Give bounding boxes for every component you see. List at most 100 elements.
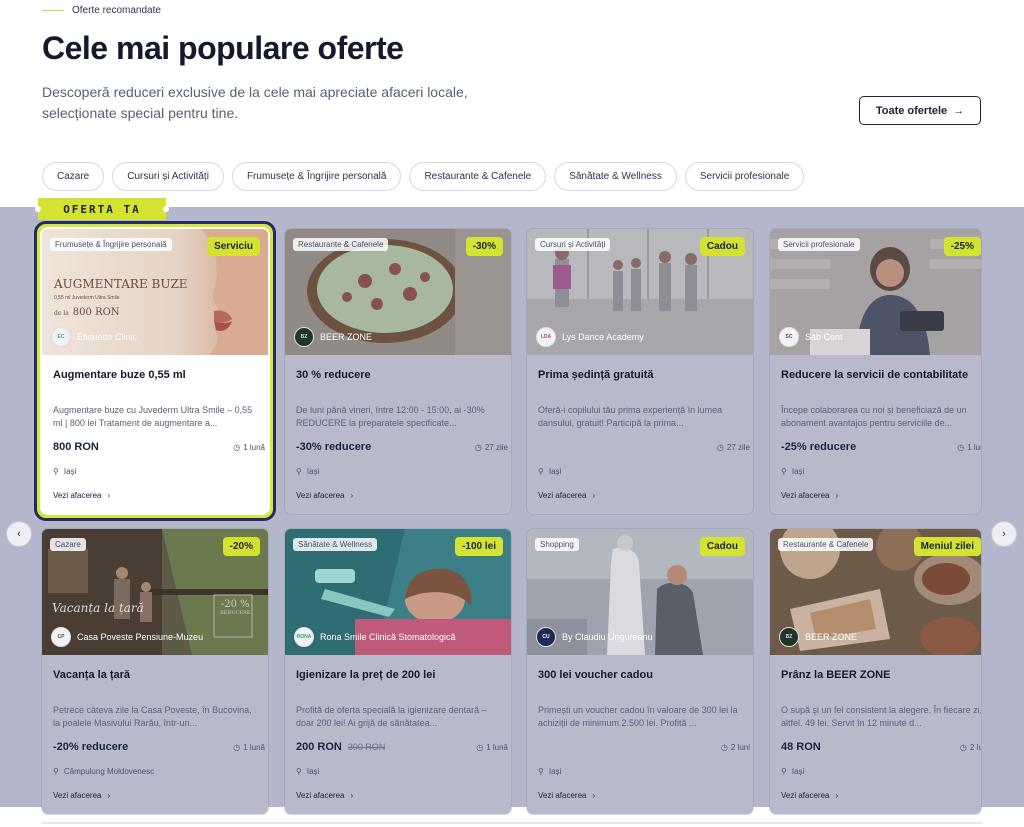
chevron-right-icon: › — [107, 791, 111, 800]
all-offers-label: Toate ofertele — [875, 104, 948, 117]
image-sub: 0,55 ml Juvederm Ultra Smile — [54, 295, 120, 301]
category-tag: Frumusețe & Îngrijire personală — [50, 238, 172, 251]
divider — [42, 822, 982, 824]
filter-chip-sanatate[interactable]: Sănătate & Wellness — [554, 162, 677, 191]
filter-chip-servicii[interactable]: Servicii profesionale — [684, 162, 805, 191]
offer-card[interactable]: Cursuri și Activități Cadou LDA Lys Danc… — [527, 229, 753, 514]
offer-location: ⚲ Iași — [538, 767, 562, 776]
offer-badge: Meniul zilei — [913, 537, 981, 556]
offer-duration: ◷2 luni — [720, 743, 750, 752]
page-title: Cele mai populare oferte — [42, 30, 404, 66]
chevron-right-icon: › — [835, 491, 839, 500]
offer-badge: -25% — [943, 237, 981, 256]
offer-description: Primești un voucher cadou în valoare de … — [538, 705, 738, 728]
offer-card[interactable]: Restaurante & Cafenele Meniul zilei BZ B… — [770, 529, 981, 814]
image-headline: Vacanța la țară — [52, 601, 144, 615]
business-info: CU By Claudiu Ungureanu — [536, 627, 653, 647]
chevron-right-icon: › — [592, 491, 596, 500]
image-price: de la 800 RON — [54, 307, 120, 318]
view-business-link[interactable]: Vezi afacerea › — [538, 491, 595, 500]
offer-image: Vacanța la țară -20 % REDUCERE Cazare -2… — [42, 529, 268, 655]
offer-badge: -30% — [465, 237, 503, 256]
offer-title: Augmentare buze 0,55 ml — [53, 369, 186, 381]
chevron-right-icon: › — [592, 791, 596, 800]
category-tag: Restaurante & Cafenele — [293, 238, 389, 251]
eyebrow-text: Oferte recomandate — [72, 5, 161, 16]
offer-description: O supă și un fel consistent la alegere. … — [781, 705, 981, 728]
business-info: CP Casa Poveste Pensiune-Muzeu — [51, 627, 203, 647]
arrow-right-icon: → — [953, 104, 965, 117]
filter-chip-cursuri[interactable]: Cursuri și Activități — [112, 162, 224, 191]
business-info: RONA Rona Smile Clinică Stomatologică — [294, 627, 456, 647]
offer-title: Prânz la BEER ZONE — [781, 669, 891, 681]
image-promo: -20 % REDUCERE — [220, 599, 251, 616]
clock-icon: ◷ — [476, 743, 484, 752]
business-info: BZ BEER ZONE — [294, 327, 372, 347]
view-business-link[interactable]: Vezi afacerea › — [781, 491, 838, 500]
business-logo: LDA — [536, 327, 556, 347]
offer-description: Profită de oferta specială la igienizare… — [296, 705, 487, 728]
chevron-right-icon: › — [107, 491, 111, 500]
offer-title: 30 % reducere — [296, 369, 371, 381]
offer-image: AUGMENTARE BUZE 0,55 ml Juvederm Ultra S… — [42, 229, 268, 355]
offer-description: Augmentare buze cu Juvederm Ultra Smile … — [53, 405, 253, 428]
filter-chip-frumusete[interactable]: Frumusețe & Îngrijire personală — [231, 162, 402, 191]
business-logo: BZ — [294, 327, 314, 347]
chevron-right-icon: › — [350, 791, 354, 800]
location-pin-icon: ⚲ — [538, 467, 544, 476]
offer-price: -25% reducere — [781, 441, 857, 453]
offer-card[interactable]: Sănătate & Wellness -100 lei RONA Rona S… — [285, 529, 511, 814]
view-business-link[interactable]: Vezi afacerea › — [296, 791, 353, 800]
offer-price: 200 RON 300 RON — [296, 741, 386, 753]
offer-card[interactable]: Restaurante & Cafenele -30% BZ BEER ZONE… — [285, 229, 511, 514]
chevron-right-icon: › — [350, 491, 354, 500]
offer-card[interactable]: AUGMENTARE BUZE 0,55 ml Juvederm Ultra S… — [42, 229, 268, 514]
location-pin-icon: ⚲ — [53, 467, 59, 476]
offer-title: Reducere la servicii de contabilitate — [781, 369, 969, 381]
all-offers-button[interactable]: Toate ofertele → — [859, 96, 981, 125]
view-business-link[interactable]: Vezi afacerea › — [538, 791, 595, 800]
view-business-link[interactable]: Vezi afacerea › — [53, 791, 110, 800]
business-name: BEER ZONE — [320, 332, 373, 342]
offer-card[interactable]: Vacanța la țară -20 % REDUCERE Cazare -2… — [42, 529, 268, 814]
offer-title: 300 lei voucher cadou — [538, 669, 653, 681]
view-business-link[interactable]: Vezi afacerea › — [781, 791, 838, 800]
offer-title: Igienizare la preț de 200 lei — [296, 669, 436, 681]
offer-description: De luni până vineri, între 12:00 - 15:00… — [296, 405, 485, 428]
offer-location: ⚲ Câmpulung Moldovenesc — [53, 767, 155, 776]
clock-icon: ◷ — [720, 743, 728, 752]
clock-icon: ◷ — [233, 443, 241, 452]
business-logo: SC — [779, 327, 799, 347]
offer-image: Shopping Cadou CU By Claudiu Ungureanu — [527, 529, 753, 655]
offer-card[interactable]: Servicii profesionale -25% SC Sab Cont R… — [770, 229, 981, 514]
location-pin-icon: ⚲ — [296, 767, 302, 776]
category-tag: Cursuri și Activități — [535, 238, 611, 251]
carousel-next-button[interactable]: › — [991, 521, 1017, 547]
business-info: LDA Lys Dance Academy — [536, 327, 644, 347]
eyebrow-line — [42, 10, 64, 11]
old-price: 300 RON — [347, 742, 386, 752]
offer-duration: ◷ 27 zile — [474, 443, 508, 452]
offer-card[interactable]: Shopping Cadou CU By Claudiu Ungureanu 3… — [527, 529, 753, 814]
location-pin-icon: ⚲ — [538, 767, 544, 776]
offer-price: 48 RON — [781, 741, 821, 753]
filter-chip-cazare[interactable]: Cazare — [42, 162, 105, 191]
location-pin-icon: ⚲ — [53, 767, 59, 776]
featured-ribbon: OFERTA TA — [35, 198, 169, 220]
view-business-link[interactable]: Vezi afacerea › — [53, 491, 110, 500]
offer-location: ⚲ Iași — [781, 467, 805, 476]
filter-chip-restaurante[interactable]: Restaurante & Cafenele — [409, 162, 547, 191]
carousel-prev-button[interactable]: ‹ — [6, 521, 32, 547]
location-pin-icon: ⚲ — [781, 467, 787, 476]
category-tag: Sănătate & Wellness — [293, 538, 378, 551]
offer-duration: ◷ 27 zile — [716, 443, 750, 452]
category-tag: Restaurante & Cafenele — [778, 538, 874, 551]
offer-price: 800 RON — [53, 441, 99, 453]
business-logo: CP — [51, 627, 71, 647]
view-business-link[interactable]: Vezi afacerea › — [296, 491, 353, 500]
offer-duration: ◷1 lună — [233, 743, 265, 752]
clock-icon: ◷ — [959, 743, 967, 752]
business-name: Casa Poveste Pensiune-Muzeu — [77, 632, 204, 642]
offer-location: ⚲ Iași — [296, 467, 320, 476]
category-tag: Shopping — [535, 538, 579, 551]
